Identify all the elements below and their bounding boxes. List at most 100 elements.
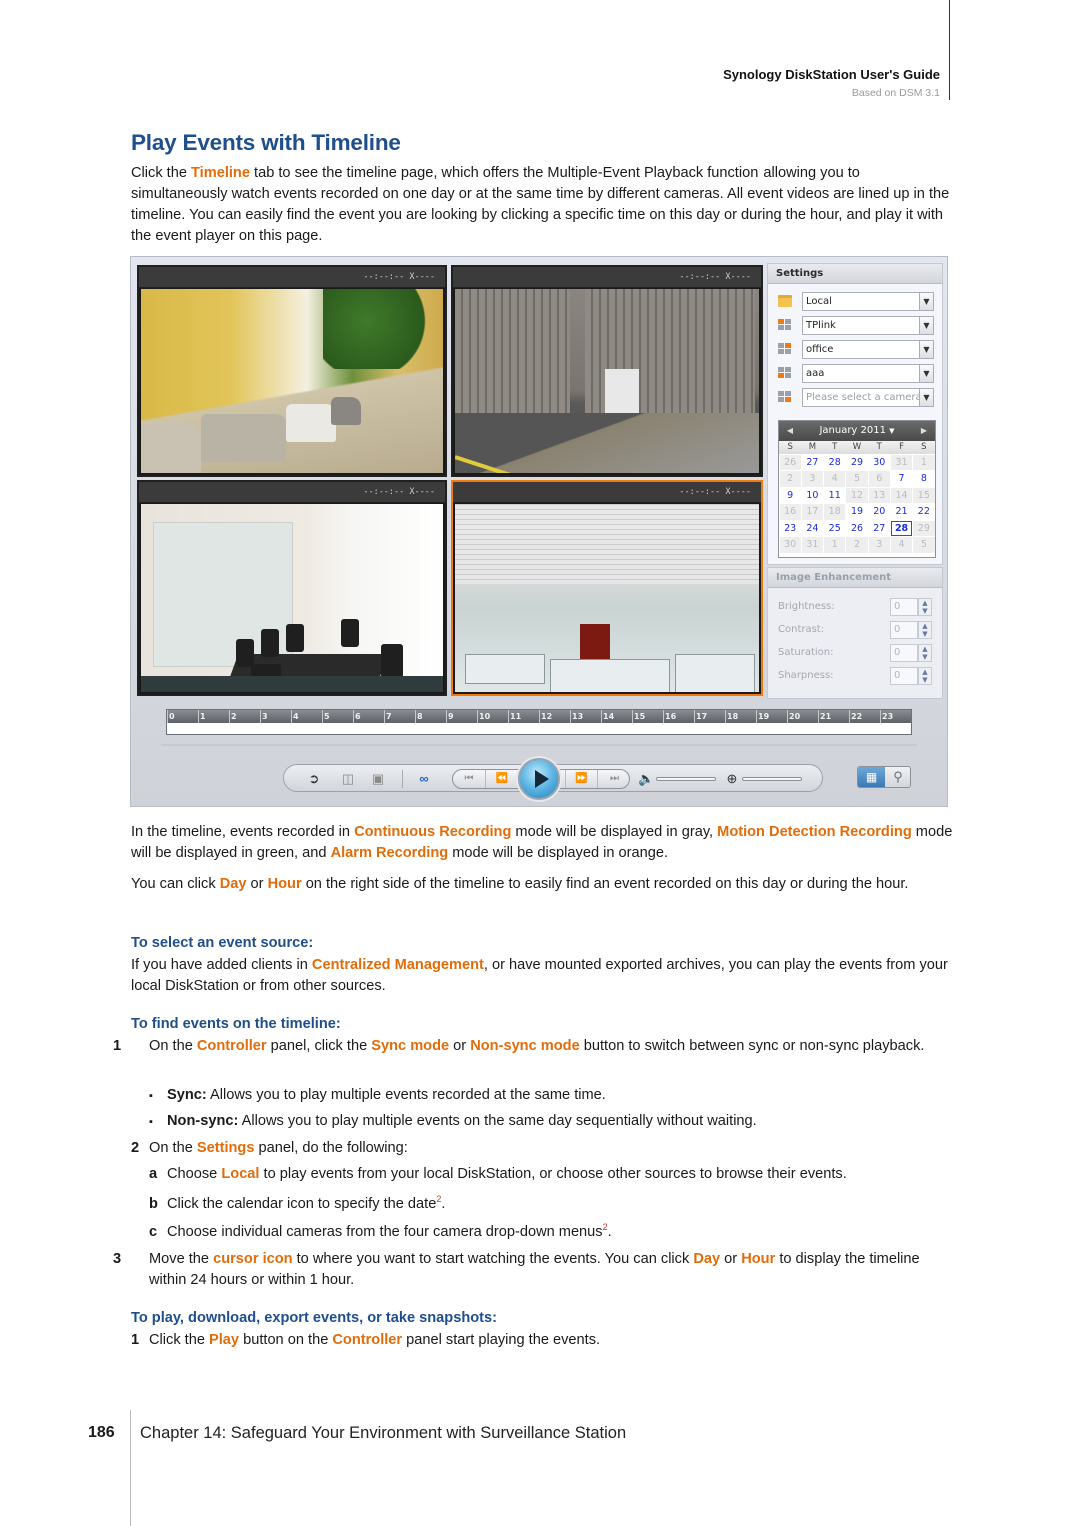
timeline-hour-tick[interactable]: 18 bbox=[725, 710, 756, 723]
chevron-down-icon[interactable]: ▼ bbox=[919, 341, 933, 358]
chevron-down-icon[interactable]: ▼ bbox=[919, 317, 933, 334]
calendar-day[interactable]: 14 bbox=[890, 487, 913, 504]
calendar-day[interactable]: 4 bbox=[890, 537, 913, 554]
calendar-day[interactable]: 31 bbox=[801, 537, 824, 554]
timeline-hour-tick[interactable]: 17 bbox=[694, 710, 725, 723]
timeline-hour-tick[interactable]: 3 bbox=[260, 710, 291, 723]
calendar-day[interactable]: 11 bbox=[824, 487, 846, 504]
timeline-hour-tick[interactable]: 15 bbox=[632, 710, 663, 723]
brightness-input[interactable]: 0 bbox=[890, 598, 918, 616]
timeline-hour-tick[interactable]: 21 bbox=[818, 710, 849, 723]
timeline-hour-tick[interactable]: 20 bbox=[787, 710, 818, 723]
chevron-down-icon[interactable]: ▼ bbox=[919, 389, 933, 406]
zoom-in-icon[interactable]: ⊕ bbox=[724, 771, 740, 787]
timeline-hour-tick[interactable]: 16 bbox=[663, 710, 694, 723]
calendar-day[interactable]: 3 bbox=[868, 537, 890, 554]
timeline-hour-tick[interactable]: 13 bbox=[570, 710, 601, 723]
zoom-slider[interactable] bbox=[742, 777, 802, 781]
contrast-spinner[interactable]: ▲ ▼ bbox=[918, 621, 932, 639]
sync-mode-icon[interactable]: ∞ bbox=[416, 771, 432, 787]
hour-view-button[interactable]: ⚲ bbox=[885, 767, 911, 787]
saturation-spinner[interactable]: ▲ ▼ bbox=[918, 644, 932, 662]
brightness-spinner[interactable]: ▲ ▼ bbox=[918, 598, 932, 616]
calendar-day[interactable]: 27 bbox=[801, 454, 824, 471]
snapshot-icon[interactable]: ▣ bbox=[370, 771, 386, 787]
rewind-icon[interactable]: ⏪ bbox=[486, 770, 519, 788]
fast-forward-icon[interactable]: ⏩ bbox=[565, 770, 598, 788]
calendar-day[interactable]: 10 bbox=[801, 487, 824, 504]
calendar-day[interactable]: 13 bbox=[868, 487, 890, 504]
calendar-day[interactable]: 5 bbox=[913, 537, 935, 554]
calendar-day[interactable]: 26 bbox=[846, 520, 868, 537]
calendar-day[interactable]: 25 bbox=[824, 520, 846, 537]
prev-month-icon[interactable]: ◀ bbox=[781, 421, 799, 441]
calendar-day[interactable]: 30 bbox=[868, 454, 890, 471]
camera-select-2[interactable]: office ▼ bbox=[802, 340, 934, 359]
camera-select-1[interactable]: TPlink ▼ bbox=[802, 316, 934, 335]
timeline-hour-tick[interactable]: 8 bbox=[415, 710, 446, 723]
timeline-track[interactable]: 0 1 2 3 4 5 6 7 8 9 10 11 12 13 14 15 16 17 18 19 20 21 22 23 bbox=[166, 709, 912, 735]
timeline-hour-tick[interactable]: 1 bbox=[198, 710, 229, 723]
calendar-day[interactable]: 23 bbox=[779, 520, 801, 537]
calendar-day[interactable]: 19 bbox=[846, 504, 868, 520]
next-month-icon[interactable]: ▶ bbox=[915, 421, 933, 441]
volume-slider[interactable] bbox=[656, 777, 716, 781]
calendar-day[interactable]: 6 bbox=[868, 471, 890, 487]
camera-view-3[interactable]: --:--:-- X---- bbox=[137, 480, 447, 696]
calendar-day[interactable]: 29 bbox=[846, 454, 868, 471]
timeline-hour-tick[interactable]: 7 bbox=[384, 710, 415, 723]
calendar-day[interactable]: 12 bbox=[846, 487, 868, 504]
calendar-day[interactable]: 9 bbox=[779, 487, 801, 504]
download-icon[interactable]: ◫ bbox=[340, 771, 356, 787]
calendar-day[interactable]: 15 bbox=[913, 487, 935, 504]
timeline-hour-tick[interactable]: 9 bbox=[446, 710, 477, 723]
timeline-hour-tick[interactable]: 0 bbox=[167, 710, 198, 723]
calendar-day[interactable]: 3 bbox=[801, 471, 824, 487]
contrast-input[interactable]: 0 bbox=[890, 621, 918, 639]
timeline-hour-tick[interactable]: 23 bbox=[880, 710, 911, 723]
calendar-day[interactable]: 2 bbox=[846, 537, 868, 554]
month-dropdown-icon[interactable]: ▼ bbox=[889, 427, 894, 435]
calendar-day[interactable]: 5 bbox=[846, 471, 868, 487]
calendar-day[interactable]: 2 bbox=[779, 471, 801, 487]
calendar-day[interactable]: 20 bbox=[868, 504, 890, 520]
timeline-hour-tick[interactable]: 19 bbox=[756, 710, 787, 723]
camera-view-2[interactable]: --:--:-- X---- bbox=[451, 265, 763, 477]
export-icon[interactable]: ➲ bbox=[306, 771, 322, 787]
calendar-day[interactable]: 8 bbox=[913, 471, 935, 487]
day-view-button[interactable]: ▦ bbox=[858, 767, 885, 787]
calendar-day[interactable]: 27 bbox=[868, 520, 890, 537]
camera-view-1[interactable]: --:--:-- X---- bbox=[137, 265, 447, 477]
timeline-hour-tick[interactable]: 5 bbox=[322, 710, 353, 723]
timeline-hour-tick[interactable]: 22 bbox=[849, 710, 880, 723]
volume-icon[interactable]: 🔈 bbox=[638, 771, 654, 787]
timeline-hour-tick[interactable]: 6 bbox=[353, 710, 384, 723]
saturation-input[interactable]: 0 bbox=[890, 644, 918, 662]
sharpness-input[interactable]: 0 bbox=[890, 667, 918, 685]
calendar-day[interactable]: 29 bbox=[913, 520, 935, 537]
calendar-day[interactable]: 30 bbox=[779, 537, 801, 554]
calendar-day[interactable]: 31 bbox=[890, 454, 913, 471]
chevron-down-icon[interactable]: ▼ bbox=[919, 365, 933, 382]
camera-view-4-selected[interactable]: --:--:-- X---- bbox=[451, 480, 763, 696]
calendar-day[interactable]: 22 bbox=[913, 504, 935, 520]
skip-to-end-icon[interactable]: ⏭ bbox=[598, 770, 631, 788]
timeline-hour-tick[interactable]: 11 bbox=[508, 710, 539, 723]
calendar-day[interactable]: 24 bbox=[801, 520, 824, 537]
source-select[interactable]: Local ▼ bbox=[802, 292, 934, 311]
calendar-day[interactable]: 26 bbox=[779, 454, 801, 471]
calendar-day[interactable]: 17 bbox=[801, 504, 824, 520]
calendar-day[interactable]: 28 bbox=[824, 454, 846, 471]
timeline-hour-tick[interactable]: 2 bbox=[229, 710, 260, 723]
timeline-hour-tick[interactable]: 10 bbox=[477, 710, 508, 723]
timeline-hour-tick[interactable]: 12 bbox=[539, 710, 570, 723]
timeline-hour-tick[interactable]: 14 bbox=[601, 710, 632, 723]
month-label[interactable]: January 2011 bbox=[819, 425, 886, 436]
play-button[interactable] bbox=[518, 758, 560, 800]
calendar-day[interactable]: 1 bbox=[824, 537, 846, 554]
calendar-day[interactable]: 16 bbox=[779, 504, 801, 520]
calendar-day[interactable]: 4 bbox=[824, 471, 846, 487]
calendar-day[interactable]: 7 bbox=[890, 471, 913, 487]
camera-select-3[interactable]: aaa ▼ bbox=[802, 364, 934, 383]
calendar-day-selected[interactable]: 28 bbox=[890, 520, 913, 537]
